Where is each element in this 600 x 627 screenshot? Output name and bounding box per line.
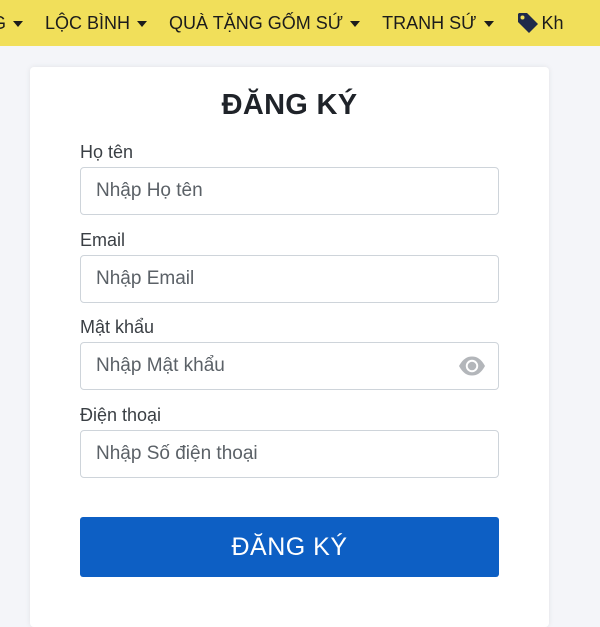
tag-icon <box>516 11 540 35</box>
password-label: Mật khẩu <box>80 317 155 337</box>
eye-icon[interactable] <box>458 354 486 378</box>
full-name-input[interactable] <box>81 168 498 214</box>
full-name-label: Họ tên <box>80 142 134 162</box>
phone-field-wrapper <box>80 430 499 478</box>
nav-item-label: TRANH SỨ <box>382 12 477 33</box>
phone-label: Điện thoại <box>80 405 162 425</box>
nav-item-label: LỘC BÌNH <box>45 12 131 33</box>
nav-item-label: QUÀ TẶNG GỐM SỨ <box>169 12 344 33</box>
nav-item-qua-tang-gom-su[interactable]: QUÀ TẶNG GỐM SỨ <box>169 0 361 46</box>
password-field-wrapper <box>80 342 499 390</box>
email-input[interactable] <box>81 256 498 302</box>
caret-down-icon <box>350 20 361 27</box>
register-submit-button[interactable]: ĐĂNG KÝ <box>80 517 499 577</box>
caret-down-icon <box>13 20 24 27</box>
full-name-field-wrapper <box>80 167 499 215</box>
email-field-wrapper <box>80 255 499 303</box>
email-label: Email <box>80 230 126 250</box>
top-navbar: G LỘC BÌNH QUÀ TẶNG GỐM SỨ TRANH SỨ Kh <box>0 0 600 46</box>
password-input[interactable] <box>81 343 498 389</box>
caret-down-icon <box>137 20 148 27</box>
phone-input[interactable] <box>81 431 498 477</box>
form-title: ĐĂNG KÝ <box>221 89 358 121</box>
caret-down-icon <box>483 20 494 27</box>
nav-item-tranh-su[interactable]: TRANH SỨ <box>382 0 494 46</box>
nav-item-label: Kh <box>541 12 564 33</box>
nav-item-partial[interactable]: G <box>0 0 24 46</box>
nav-item-khuyen-mai[interactable]: Kh <box>516 0 564 46</box>
nav-item-loc-binh[interactable]: LỘC BÌNH <box>45 0 148 46</box>
register-card: ĐĂNG KÝ Họ tên Email Mật khẩu Điện thoại… <box>30 67 549 627</box>
nav-menu: G LỘC BÌNH QUÀ TẶNG GỐM SỨ TRANH SỨ Kh <box>0 0 586 46</box>
nav-item-label: G <box>0 13 6 34</box>
